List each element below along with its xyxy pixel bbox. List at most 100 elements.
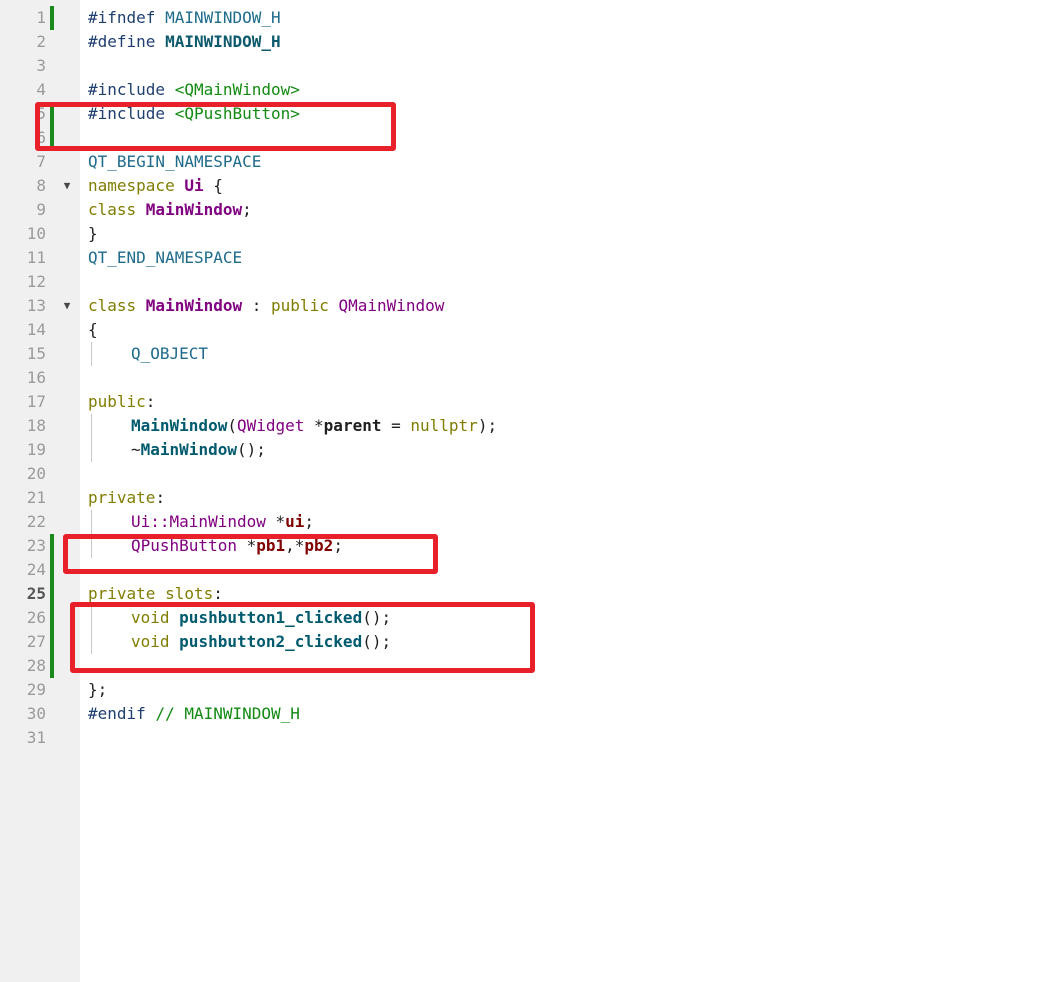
code-token: };	[88, 680, 108, 699]
code-token: QT_BEGIN_NAMESPACE	[88, 152, 262, 171]
line-number: 7	[36, 152, 46, 171]
code-text: };	[88, 678, 107, 702]
line-number: 29	[26, 680, 46, 699]
line-number: 28	[26, 656, 46, 675]
highlight-box-slots	[70, 602, 535, 673]
line-number: 9	[36, 200, 46, 219]
code-token: class	[88, 296, 146, 315]
code-text: QT_BEGIN_NAMESPACE	[88, 150, 261, 174]
code-line[interactable]: 14 {	[0, 318, 1042, 342]
code-token: class	[88, 200, 146, 219]
code-token: MainWindow	[145, 296, 243, 315]
code-editor[interactable]: 1 #ifndef MAINWINDOW_H 2 #define MAINWINDOW…	[0, 0, 1042, 982]
code-line[interactable]: 21 private:	[0, 486, 1042, 510]
line-number: 27	[26, 632, 46, 651]
code-text: QT_END_NAMESPACE	[88, 246, 242, 270]
code-line[interactable]: 1 #ifndef MAINWINDOW_H	[0, 6, 1042, 30]
code-token: ui	[285, 512, 305, 531]
code-token: #define	[88, 32, 166, 51]
code-token: MAINWINDOW_H	[165, 8, 281, 27]
code-text: Q_OBJECT	[88, 342, 208, 366]
line-number: 14	[26, 320, 46, 339]
code-line[interactable]: 2 #define MAINWINDOW_H	[0, 30, 1042, 54]
line-number: 24	[26, 560, 46, 579]
code-token: namespace	[88, 176, 185, 195]
line-number: 10	[26, 224, 46, 243]
highlight-box-include	[35, 102, 396, 151]
code-text: public:	[88, 390, 155, 414]
code-token: public	[88, 392, 146, 411]
code-token: :	[155, 488, 166, 507]
code-line[interactable]: 16	[0, 366, 1042, 390]
code-token: (	[227, 416, 237, 435]
code-token: {	[203, 176, 223, 195]
code-token: #include	[88, 80, 175, 99]
code-token: #endif	[88, 704, 156, 723]
code-line[interactable]: 17 public:	[0, 390, 1042, 414]
code-line[interactable]: 20	[0, 462, 1042, 486]
code-text: ~MainWindow();	[88, 438, 266, 462]
line-number: 2	[36, 32, 46, 51]
code-token: QMainWindow	[338, 296, 445, 315]
code-token: MainWindow	[145, 200, 243, 219]
code-line[interactable]: 4 #include <QMainWindow>	[0, 78, 1042, 102]
line-number: 30	[26, 704, 46, 723]
code-token: Q_OBJECT	[131, 344, 209, 363]
code-text: #ifndef MAINWINDOW_H	[88, 6, 281, 30]
code-line[interactable]: 10}	[0, 222, 1042, 246]
code-token: QT_END_NAMESPACE	[88, 248, 243, 267]
line-number: 26	[26, 608, 46, 627]
code-token: Ui	[184, 176, 204, 195]
code-text: class MainWindow : public QMainWindow	[88, 294, 444, 318]
code-token: QWidget	[236, 416, 305, 435]
code-line[interactable]: 22 Ui::MainWindow *ui;	[0, 510, 1042, 534]
code-line[interactable]: 18 MainWindow(QWidget *parent = nullptr);	[0, 414, 1042, 438]
code-line[interactable]: 3	[0, 54, 1042, 78]
code-text: }	[88, 222, 98, 246]
code-token: nullptr	[410, 416, 478, 435]
code-line[interactable]: 11 QT_END_NAMESPACE	[0, 246, 1042, 270]
indent-guide	[88, 414, 131, 438]
code-token: =	[381, 416, 411, 435]
code-line[interactable]: 29};	[0, 678, 1042, 702]
code-text: Ui::MainWindow *ui;	[88, 510, 314, 534]
code-token: {	[88, 320, 98, 339]
fold-arrow-icon[interactable]: ▼	[60, 294, 74, 318]
code-line[interactable]: 9 class MainWindow;	[0, 198, 1042, 222]
code-line[interactable]: 15 Q_OBJECT	[0, 342, 1042, 366]
line-number: 8	[36, 176, 46, 195]
fold-arrow-icon[interactable]: ▼	[60, 174, 74, 198]
indent-guide	[88, 342, 131, 366]
code-line[interactable]: 8 ▼ namespace Ui {	[0, 174, 1042, 198]
code-line[interactable]: 31	[0, 726, 1042, 750]
line-number: 12	[26, 272, 46, 291]
code-token: }	[88, 224, 98, 243]
code-text: #define MAINWINDOW_H	[88, 30, 281, 54]
code-text: namespace Ui {	[88, 174, 223, 198]
code-token: MAINWINDOW_H	[165, 32, 281, 51]
code-token: Ui::MainWindow	[131, 512, 266, 531]
code-line[interactable]: 19 ~MainWindow();	[0, 438, 1042, 462]
code-text: #endif // MAINWINDOW_H	[88, 702, 300, 726]
code-text: {	[88, 318, 98, 342]
code-token: #ifndef	[88, 8, 166, 27]
code-token: *	[265, 512, 286, 531]
code-token: :	[242, 296, 272, 315]
line-number: 1	[36, 8, 46, 27]
code-token: MainWindow	[140, 440, 237, 459]
line-number: 17	[26, 392, 46, 411]
code-token: // MAINWINDOW_H	[155, 704, 300, 723]
code-token: ;	[242, 200, 252, 219]
line-number: 20	[26, 464, 46, 483]
code-line[interactable]: 13 ▼ class MainWindow : public QMainWindow	[0, 294, 1042, 318]
code-token: );	[477, 416, 498, 435]
code-line[interactable]: 30 #endif // MAINWINDOW_H	[0, 702, 1042, 726]
indent-guide	[88, 438, 131, 462]
code-text: class MainWindow;	[88, 198, 252, 222]
code-line[interactable]: 7 QT_BEGIN_NAMESPACE	[0, 150, 1042, 174]
code-token: public	[271, 296, 339, 315]
code-line[interactable]: 12	[0, 270, 1042, 294]
line-number: 19	[26, 440, 46, 459]
code-token: MainWindow	[131, 416, 228, 435]
highlight-box-members	[63, 534, 438, 574]
